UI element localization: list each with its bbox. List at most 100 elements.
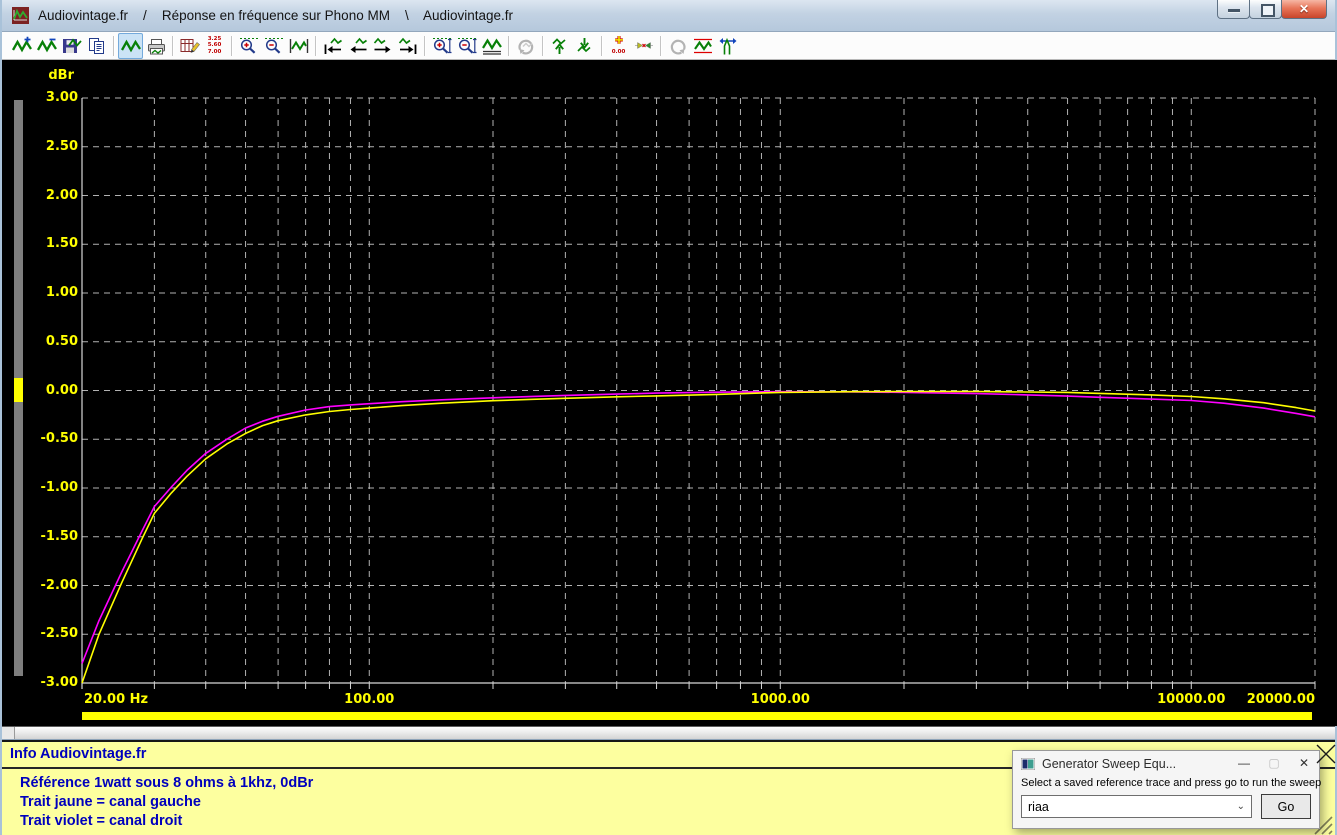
level-meter — [14, 100, 23, 676]
print-trace-button[interactable] — [143, 33, 168, 59]
y-axis-label: -0.50 — [40, 431, 78, 447]
show-values-button-caption: 3.25 5.60 7.00 — [207, 36, 222, 55]
dialog-instruction: Select a saved reference trace and press… — [1021, 777, 1322, 789]
window-controls — [1217, 0, 1327, 19]
generator-sweep-dialog: Generator Sweep Equ... — ▢ ✕ Select a sa… — [1012, 750, 1322, 829]
toolbar: 3.25 5.60 7.00 0.00 — [2, 32, 1335, 60]
cursor-readout-button[interactable]: 0.00 — [606, 33, 631, 59]
info-panel-close-icon[interactable] — [1316, 744, 1336, 765]
dialog-title: Generator Sweep Equ... — [1042, 756, 1177, 771]
pan-left-button[interactable] — [345, 33, 370, 59]
close-button[interactable] — [1281, 0, 1327, 19]
toolbar-separator — [315, 35, 316, 56]
wave-bounded-icon — [289, 38, 308, 53]
dialog-app-icon — [1021, 757, 1035, 770]
zoom-y-in-button[interactable] — [429, 33, 454, 59]
markers-button[interactable] — [631, 33, 656, 59]
fit-trace-button[interactable] — [286, 33, 311, 59]
display-trace-button[interactable] — [118, 32, 143, 59]
y-axis-label: -3.00 — [40, 675, 78, 690]
y-axis-unit-label: dBr — [48, 68, 74, 83]
app-icon — [12, 7, 29, 24]
x-axis-label: 100.00 — [344, 692, 395, 707]
trace-add-icon — [11, 36, 32, 52]
show-values-button[interactable]: 3.25 5.60 7.00 — [202, 33, 227, 59]
dialog-close-button[interactable]: ✕ — [1289, 751, 1319, 776]
sweep-cursor-icon — [719, 37, 736, 54]
rotate-button — [513, 33, 538, 59]
y-axis-label: 2.00 — [45, 187, 78, 203]
redo-button — [665, 33, 690, 59]
y-axis-label: 2.50 — [45, 138, 78, 154]
toolbar-separator — [231, 35, 232, 56]
app-window: Audiovintage.fr / Réponse en fréquence s… — [0, 0, 1337, 835]
y-axis-label: 1.50 — [45, 236, 78, 252]
x-axis-label: 20.00 Hz — [84, 692, 149, 707]
info-line-reference: Référence 1watt sous 8 ohms à 1khz, 0dBr — [20, 775, 314, 791]
zoom-in-button[interactable] — [236, 33, 261, 59]
pan-right-button[interactable] — [370, 33, 395, 59]
title-bar: Audiovintage.fr / Réponse en fréquence s… — [2, 0, 1335, 32]
subtract-trace-button[interactable] — [34, 33, 59, 59]
cursor-plus-icon — [614, 36, 623, 45]
go-button[interactable]: Go — [1261, 794, 1311, 819]
wave-limits-icon — [693, 38, 712, 53]
y-axis-label: 0.50 — [45, 333, 78, 349]
minimize-button[interactable] — [1217, 0, 1250, 19]
window-title: Audiovintage.fr / Réponse en fréquence s… — [38, 8, 514, 23]
toolbar-separator — [172, 35, 173, 56]
x-axis-label: 20000.00 — [1246, 692, 1315, 707]
zoom-out-icon — [264, 37, 283, 54]
restore-button[interactable] — [1249, 0, 1282, 19]
y-axis-label: 1.00 — [45, 285, 78, 300]
reference-trace-combobox[interactable]: riaa ⌄ — [1021, 795, 1252, 818]
cursor-readout-button-caption: 0.00 — [611, 49, 626, 56]
edit-data-button[interactable] — [177, 33, 202, 59]
horizontal-scrollbar[interactable] — [2, 726, 1335, 740]
arrows-inward-icon — [634, 41, 653, 49]
wave-down-icon — [576, 37, 591, 52]
info-line-violet-trace: Trait violet = canal droit — [20, 813, 183, 829]
dialog-minimize-button[interactable]: — — [1229, 751, 1259, 776]
toolbar-separator — [601, 35, 602, 56]
toolbar-separator — [508, 35, 509, 56]
zoom-out-button[interactable] — [261, 33, 286, 59]
redo-icon — [670, 39, 686, 54]
add-trace-button[interactable] — [9, 33, 34, 59]
copy-button[interactable] — [84, 33, 109, 59]
wave-icon — [120, 39, 141, 52]
combobox-value: riaa — [1028, 799, 1049, 814]
pan-last-button[interactable] — [395, 33, 420, 59]
toolbar-separator — [424, 35, 425, 56]
toolbar-separator — [660, 35, 661, 56]
y-axis-label: 0.00 — [45, 382, 78, 398]
autoscale-button[interactable] — [479, 33, 504, 59]
rotate-icon — [517, 39, 533, 54]
dialog-title-bar[interactable]: Generator Sweep Equ... — ▢ ✕ — [1013, 751, 1319, 776]
shift-up-button[interactable] — [547, 33, 572, 59]
pan-first-button[interactable] — [320, 33, 345, 59]
y-axis-label: -1.50 — [40, 528, 78, 544]
chart-area[interactable]: dBr 3.00 2.50 2.00 1.50 1.00 0.50 0.00 -0.50 -1.… — [2, 60, 1337, 726]
copy-icon — [88, 37, 104, 54]
x-axis-label: 10000.00 — [1157, 692, 1226, 707]
y-axis-label: -2.00 — [40, 577, 78, 593]
frequency-response-plot — [81, 97, 1316, 689]
chevron-down-icon[interactable]: ⌄ — [1237, 801, 1245, 812]
sweep-cursor-button[interactable] — [715, 33, 740, 59]
wave-left-icon — [350, 37, 367, 53]
zoom-y-out-button[interactable] — [454, 33, 479, 59]
save-trace-icon — [62, 37, 82, 53]
toolbar-separator — [542, 35, 543, 56]
zoom-in-icon — [239, 37, 258, 54]
shift-down-button[interactable] — [572, 33, 597, 59]
info-line-yellow-trace: Trait jaune = canal gauche — [20, 794, 201, 810]
info-panel-text: Référence 1watt sous 8 ohms à 1khz, 0dBr… — [20, 774, 313, 831]
save-trace-button[interactable] — [59, 33, 84, 59]
y-axis-label: -2.50 — [40, 626, 78, 642]
trace-right-channel — [81, 390, 1316, 664]
level-meter-marker — [14, 378, 23, 402]
trace-subtract-icon — [36, 38, 57, 52]
limit-lines-button[interactable] — [690, 33, 715, 59]
edit-table-icon — [180, 38, 200, 53]
